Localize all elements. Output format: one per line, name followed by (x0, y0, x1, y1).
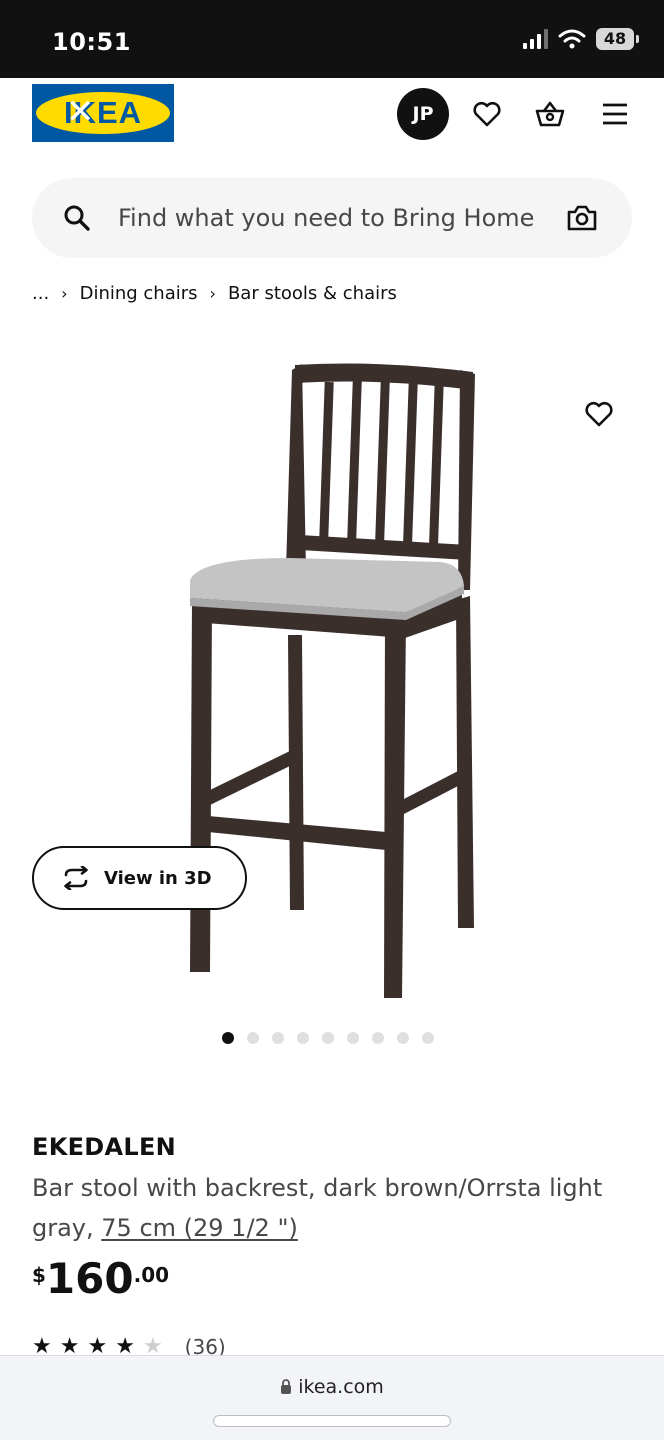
signal-icon (523, 29, 548, 49)
price-currency: $ (32, 1263, 46, 1287)
price-integer: 160 (45, 1254, 134, 1303)
carousel-dot[interactable] (322, 1032, 334, 1044)
carousel-dot[interactable] (397, 1032, 409, 1044)
view-in-3d-button[interactable]: View in 3D (32, 846, 247, 910)
ikea-logo[interactable]: IKEA ✕ (32, 84, 174, 142)
status-bar: 10:51 48 (0, 0, 664, 78)
breadcrumb-dining-chairs[interactable]: Dining chairs (80, 283, 198, 304)
breadcrumb-ellipsis[interactable]: ... (32, 283, 49, 304)
carousel-dot[interactable] (422, 1032, 434, 1044)
camera-icon[interactable] (566, 202, 598, 234)
carousel-dot[interactable] (222, 1032, 234, 1044)
search-bar[interactable] (32, 178, 632, 258)
carousel-dot[interactable] (272, 1032, 284, 1044)
home-indicator[interactable] (213, 1415, 451, 1427)
user-avatar[interactable]: JP (397, 88, 449, 140)
view-in-3d-label: View in 3D (104, 867, 212, 889)
product-description: Bar stool with backrest, dark brown/Orrs… (32, 1168, 642, 1248)
browser-bar: ikea.com (0, 1355, 664, 1440)
search-icon[interactable] (62, 203, 92, 233)
price-cents: .00 (133, 1263, 170, 1287)
carousel-dot[interactable] (247, 1032, 259, 1044)
battery-indicator: 48 (596, 28, 639, 50)
rotate-3d-icon (64, 866, 88, 890)
carousel-dot[interactable] (372, 1032, 384, 1044)
status-icons: 48 (522, 28, 639, 50)
lock-icon (281, 1379, 292, 1394)
breadcrumb: ... › Dining chairs › Bar stools & chair… (32, 283, 397, 304)
carousel-dot[interactable] (347, 1032, 359, 1044)
browser-url[interactable]: ikea.com (0, 1376, 664, 1398)
image-carousel-dots (222, 1032, 434, 1044)
logo-text: IKEA (63, 95, 143, 130)
chevron-right-icon: › (61, 284, 68, 303)
product-name: EKEDALEN (32, 1133, 177, 1161)
heart-icon[interactable] (471, 98, 503, 130)
product-size-link[interactable]: 75 cm (29 1/2 ") (101, 1214, 298, 1242)
site-header: IKEA ✕ JP (0, 78, 664, 156)
menu-icon[interactable] (599, 98, 631, 130)
url-text: ikea.com (298, 1376, 384, 1398)
status-time: 10:51 (52, 28, 131, 56)
chevron-right-icon: › (209, 284, 216, 303)
search-input[interactable] (118, 178, 558, 258)
favorite-heart-icon[interactable] (583, 398, 615, 430)
breadcrumb-bar-stools[interactable]: Bar stools & chairs (228, 283, 397, 304)
close-icon[interactable]: ✕ (66, 92, 95, 132)
wifi-icon (558, 29, 586, 49)
shopping-bag-icon[interactable] (534, 98, 566, 130)
product-price: $ 160 .00 (32, 1255, 169, 1303)
carousel-dot[interactable] (297, 1032, 309, 1044)
product-image[interactable] (170, 350, 500, 1010)
